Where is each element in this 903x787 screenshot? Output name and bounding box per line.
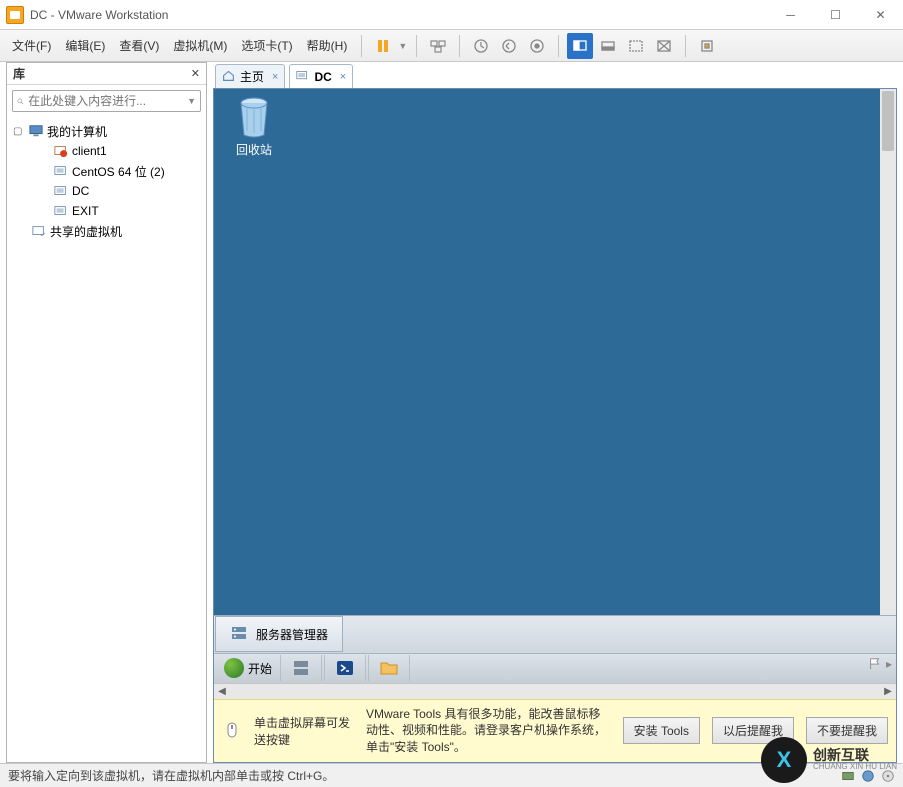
install-tools-button[interactable]: 安装 Tools bbox=[623, 717, 700, 744]
tab-dc[interactable]: DC × bbox=[289, 64, 353, 88]
shared-icon bbox=[31, 224, 47, 238]
close-button[interactable]: ✕ bbox=[858, 0, 903, 30]
vertical-scrollbar[interactable] bbox=[880, 89, 896, 615]
library-panel: 库 ✕ ▼ ▢ 我的计算机 client1 CentOS 64 位 (2) DC… bbox=[6, 62, 207, 763]
start-label: 开始 bbox=[248, 660, 272, 677]
menu-vm[interactable]: 虚拟机(M) bbox=[167, 33, 233, 58]
library-search-input[interactable] bbox=[28, 94, 183, 108]
recycle-bin-label: 回收站 bbox=[224, 141, 284, 158]
vm-console[interactable]: 回收站 服务器管理器 开始 bbox=[213, 88, 897, 763]
tree-label: CentOS 64 位 (2) bbox=[72, 163, 165, 180]
menu-tabs[interactable]: 选项卡(T) bbox=[235, 33, 298, 58]
vm-icon bbox=[53, 184, 69, 198]
computer-icon bbox=[28, 124, 44, 138]
snapshot-button[interactable] bbox=[468, 33, 494, 59]
pinned-explorer[interactable] bbox=[368, 655, 410, 681]
scroll-right-icon[interactable]: ▶ bbox=[880, 684, 896, 700]
tray-flag-icon[interactable] bbox=[868, 657, 882, 671]
revert-snapshot-button[interactable] bbox=[496, 33, 522, 59]
home-icon bbox=[222, 69, 235, 85]
vm-icon bbox=[53, 204, 69, 218]
pinned-powershell[interactable] bbox=[324, 655, 366, 681]
tab-label: DC bbox=[314, 70, 331, 84]
server-icon bbox=[291, 658, 311, 678]
snapshot-manager-button[interactable] bbox=[524, 33, 550, 59]
app-icon bbox=[6, 6, 24, 24]
minimize-button[interactable]: ─ bbox=[768, 0, 813, 30]
guest-taskbar: 开始 ▸ bbox=[214, 653, 896, 683]
tree-vm-client1[interactable]: client1 bbox=[9, 141, 204, 161]
maximize-button[interactable]: ☐ bbox=[813, 0, 858, 30]
library-close-button[interactable]: ✕ bbox=[191, 67, 200, 80]
menu-file[interactable]: 文件(F) bbox=[6, 33, 57, 58]
windows-orb-icon bbox=[224, 658, 244, 678]
content-area: 主页 × DC × 回收站 服务器管理器 bbox=[213, 62, 897, 763]
watermark: X 创新互联 CHUANG XIN HU LIAN bbox=[761, 737, 897, 783]
recycle-bin-icon bbox=[235, 95, 273, 139]
tree-vm-exit[interactable]: EXIT bbox=[9, 201, 204, 221]
pinned-server-manager[interactable] bbox=[280, 655, 322, 681]
power-dropdown[interactable]: ▼ bbox=[398, 41, 408, 51]
tray-arrow-icon[interactable]: ▸ bbox=[886, 657, 892, 671]
folder-icon bbox=[379, 658, 399, 678]
tree-label: 我的计算机 bbox=[47, 123, 107, 140]
server-manager-taskbar-button[interactable]: 服务器管理器 bbox=[215, 616, 343, 652]
expand-icon[interactable]: ▢ bbox=[13, 126, 25, 137]
tree-shared-vms[interactable]: 共享的虚拟机 bbox=[9, 221, 204, 241]
tab-close-icon[interactable]: × bbox=[272, 71, 278, 83]
menu-edit[interactable]: 编辑(E) bbox=[59, 33, 111, 58]
powershell-icon bbox=[335, 658, 355, 678]
tree-label: DC bbox=[72, 184, 89, 198]
view-thumbnail-button[interactable] bbox=[595, 33, 621, 59]
mouse-hint-icon bbox=[222, 721, 242, 741]
tab-home[interactable]: 主页 × bbox=[215, 64, 285, 88]
vm-off-icon bbox=[53, 144, 69, 158]
menu-view[interactable]: 查看(V) bbox=[113, 33, 165, 58]
window-titlebar: DC - VMware Workstation ─ ☐ ✕ bbox=[0, 0, 903, 30]
tree-label: 共享的虚拟机 bbox=[50, 223, 122, 240]
library-tree: ▢ 我的计算机 client1 CentOS 64 位 (2) DC EXIT … bbox=[7, 117, 206, 762]
tab-label: 主页 bbox=[240, 68, 264, 85]
vm-icon bbox=[296, 69, 309, 85]
vm-icon bbox=[53, 164, 69, 178]
pause-vm-button[interactable] bbox=[370, 33, 396, 59]
search-icon bbox=[17, 95, 24, 108]
guest-desktop[interactable]: 回收站 bbox=[214, 89, 896, 615]
send-ctrl-alt-del-button[interactable] bbox=[425, 33, 451, 59]
stretch-button[interactable] bbox=[623, 33, 649, 59]
watermark-text-2: CHUANG XIN HU LIAN bbox=[813, 763, 897, 772]
recycle-bin[interactable]: 回收站 bbox=[224, 95, 284, 158]
server-manager-icon bbox=[230, 625, 248, 643]
taskbar-button-label: 服务器管理器 bbox=[256, 626, 328, 643]
hint-click-text: 单击虚拟屏幕可发送按键 bbox=[254, 714, 354, 748]
tree-label: client1 bbox=[72, 144, 107, 158]
guest-window-taskbar: 服务器管理器 bbox=[214, 615, 896, 653]
unity-button[interactable] bbox=[694, 33, 720, 59]
tree-vm-dc[interactable]: DC bbox=[9, 181, 204, 201]
start-button[interactable]: 开始 bbox=[218, 655, 278, 681]
horizontal-scrollbar[interactable]: ◀ ▶ bbox=[214, 683, 896, 699]
library-title: 库 bbox=[13, 65, 191, 82]
window-title: DC - VMware Workstation bbox=[30, 8, 768, 22]
tree-label: EXIT bbox=[72, 204, 99, 218]
scroll-left-icon[interactable]: ◀ bbox=[214, 684, 230, 700]
fullscreen-button[interactable] bbox=[651, 33, 677, 59]
tree-vm-centos[interactable]: CentOS 64 位 (2) bbox=[9, 161, 204, 181]
tab-close-icon[interactable]: × bbox=[340, 71, 346, 83]
tabstrip: 主页 × DC × bbox=[213, 62, 897, 88]
tree-my-computer[interactable]: ▢ 我的计算机 bbox=[9, 121, 204, 141]
hint-tools-text: VMware Tools 具有很多功能，能改善鼠标移动性、视频和性能。请登录客户… bbox=[366, 706, 611, 756]
watermark-logo-icon: X bbox=[761, 737, 807, 783]
library-search[interactable]: ▼ bbox=[12, 90, 201, 112]
status-text: 要将输入定向到该虚拟机，请在虚拟机内部单击或按 Ctrl+G。 bbox=[8, 767, 334, 784]
watermark-text-1: 创新互联 bbox=[813, 748, 897, 763]
view-console-button[interactable] bbox=[567, 33, 593, 59]
search-dropdown-icon[interactable]: ▼ bbox=[187, 96, 196, 106]
menubar: 文件(F) 编辑(E) 查看(V) 虚拟机(M) 选项卡(T) 帮助(H) ▼ bbox=[0, 30, 903, 62]
menu-help[interactable]: 帮助(H) bbox=[301, 33, 354, 58]
